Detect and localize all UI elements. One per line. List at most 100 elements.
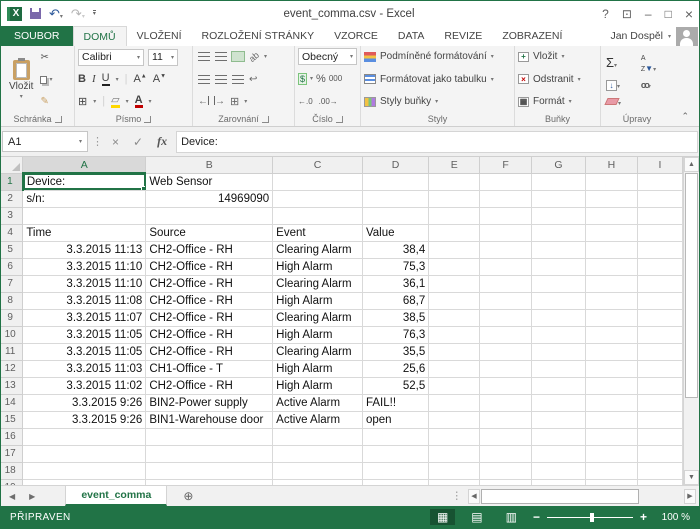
tab-view[interactable]: ZOBRAZENÍ <box>492 26 572 46</box>
cell-B14[interactable]: BIN2-Power supply <box>146 394 273 411</box>
cell-D3[interactable] <box>362 207 428 224</box>
cell-C7[interactable]: Clearing Alarm <box>273 275 363 292</box>
cell-A16[interactable] <box>23 428 146 445</box>
cell-I7[interactable] <box>637 275 682 292</box>
prev-sheet-icon[interactable]: ◀ <box>9 492 15 501</box>
cell-C17[interactable] <box>273 445 363 462</box>
enter-icon[interactable]: ✓ <box>128 135 148 149</box>
cell-C14[interactable]: Active Alarm <box>273 394 363 411</box>
wrap-text-icon[interactable]: ↩ <box>249 74 257 85</box>
format-cells-button[interactable]: ▦ Formát▾ <box>518 93 597 110</box>
horizontal-scrollbar[interactable]: ◀ ▶ <box>468 488 696 504</box>
alignment-dialog-launcher[interactable] <box>262 116 269 123</box>
shrink-font-button[interactable]: A▼ <box>153 73 166 85</box>
cell-F13[interactable] <box>480 377 532 394</box>
cell-C4[interactable]: Event <box>273 224 363 241</box>
cell-styles-button[interactable]: Styly buňky▾ <box>364 93 511 110</box>
cell-D12[interactable]: 25,6 <box>362 360 428 377</box>
align-bottom-icon[interactable] <box>232 52 244 61</box>
row-header-11[interactable]: 11 <box>1 343 23 360</box>
decrease-decimal-icon[interactable]: .00→ <box>319 97 338 106</box>
cell-I6[interactable] <box>637 258 682 275</box>
cell-C16[interactable] <box>273 428 363 445</box>
tab-review[interactable]: REVIZE <box>434 26 492 46</box>
font-color-icon[interactable]: A <box>135 95 143 108</box>
insert-function-icon[interactable]: fx <box>152 134 172 149</box>
align-middle-icon[interactable] <box>215 52 227 61</box>
maximize-icon[interactable]: □ <box>665 7 672 21</box>
cell-F9[interactable] <box>480 309 532 326</box>
row-header-3[interactable]: 3 <box>1 207 23 224</box>
cell-H14[interactable] <box>585 394 637 411</box>
cell-E12[interactable] <box>429 360 480 377</box>
align-left-icon[interactable] <box>198 75 210 84</box>
cell-C5[interactable]: Clearing Alarm <box>273 241 363 258</box>
row-header-17[interactable]: 17 <box>1 445 23 462</box>
minimize-icon[interactable]: – <box>645 7 652 21</box>
cell-A15[interactable]: 3.3.2015 9:26 <box>23 411 146 428</box>
cell-H4[interactable] <box>585 224 637 241</box>
cell-E17[interactable] <box>429 445 480 462</box>
cell-H3[interactable] <box>585 207 637 224</box>
row-header-12[interactable]: 12 <box>1 360 23 377</box>
row-header-18[interactable]: 18 <box>1 462 23 479</box>
undo-button[interactable]: ↶▾ <box>49 5 63 23</box>
sheet-tab-event-comma[interactable]: event_comma <box>65 486 167 506</box>
cell-F2[interactable] <box>480 190 532 207</box>
cell-D2[interactable] <box>362 190 428 207</box>
save-icon[interactable] <box>30 8 41 19</box>
cell-A7[interactable]: 3.3.2015 11:10 <box>23 275 146 292</box>
cell-D18[interactable] <box>362 462 428 479</box>
cell-H16[interactable] <box>585 428 637 445</box>
grow-font-button[interactable]: A▲ <box>133 73 146 85</box>
cell-H15[interactable] <box>585 411 637 428</box>
tab-data[interactable]: DATA <box>388 26 434 46</box>
cell-G7[interactable] <box>532 275 586 292</box>
row-header-4[interactable]: 4 <box>1 224 23 241</box>
cell-E14[interactable] <box>429 394 480 411</box>
cell-G2[interactable] <box>532 190 586 207</box>
delete-cells-button[interactable]: × Odstranit▾ <box>518 71 597 88</box>
clipboard-dialog-launcher[interactable] <box>55 116 62 123</box>
cell-F10[interactable] <box>480 326 532 343</box>
cell-D15[interactable]: open <box>362 411 428 428</box>
cell-D13[interactable]: 52,5 <box>362 377 428 394</box>
percent-style-icon[interactable]: % <box>316 73 326 85</box>
cell-I4[interactable] <box>637 224 682 241</box>
decrease-indent-icon[interactable]: ← <box>198 96 209 107</box>
cell-G3[interactable] <box>532 207 586 224</box>
name-box-splitter[interactable]: ⋮ <box>92 135 103 148</box>
tab-formulas[interactable]: VZORCE <box>324 26 388 46</box>
cell-A11[interactable]: 3.3.2015 11:05 <box>23 343 146 360</box>
cell-A18[interactable] <box>23 462 146 479</box>
cell-G9[interactable] <box>532 309 586 326</box>
tab-file[interactable]: SOUBOR <box>1 26 73 46</box>
scroll-left-icon[interactable]: ◀ <box>468 489 480 504</box>
cell-C11[interactable]: Clearing Alarm <box>273 343 363 360</box>
column-header-D[interactable]: D <box>362 157 428 173</box>
zoom-slider-thumb[interactable] <box>590 513 594 522</box>
row-header-2[interactable]: 2 <box>1 190 23 207</box>
cell-B9[interactable]: CH2-Office - RH <box>146 309 273 326</box>
cell-B2[interactable]: 14969090 <box>146 190 273 207</box>
cell-G16[interactable] <box>532 428 586 445</box>
cell-B18[interactable] <box>146 462 273 479</box>
cell-F3[interactable] <box>480 207 532 224</box>
align-center-icon[interactable] <box>215 75 227 84</box>
conditional-formatting-button[interactable]: Podmíněné formátování▾ <box>364 48 511 65</box>
cell-A2[interactable]: s/n: <box>23 190 146 207</box>
cell-I2[interactable] <box>637 190 682 207</box>
comma-style-icon[interactable]: 000 <box>329 74 342 83</box>
cell-B4[interactable]: Source <box>146 224 273 241</box>
zoom-in-icon[interactable]: + <box>640 510 647 524</box>
row-header-16[interactable]: 16 <box>1 428 23 445</box>
cell-C1[interactable] <box>273 173 363 190</box>
cell-E4[interactable] <box>429 224 480 241</box>
new-sheet-icon[interactable]: ⊕ <box>167 486 209 506</box>
cell-B10[interactable]: CH2-Office - RH <box>146 326 273 343</box>
cell-A9[interactable]: 3.3.2015 11:07 <box>23 309 146 326</box>
font-dialog-launcher[interactable] <box>144 116 151 123</box>
column-header-E[interactable]: E <box>429 157 480 173</box>
cell-B13[interactable]: CH2-Office - RH <box>146 377 273 394</box>
cell-H17[interactable] <box>585 445 637 462</box>
